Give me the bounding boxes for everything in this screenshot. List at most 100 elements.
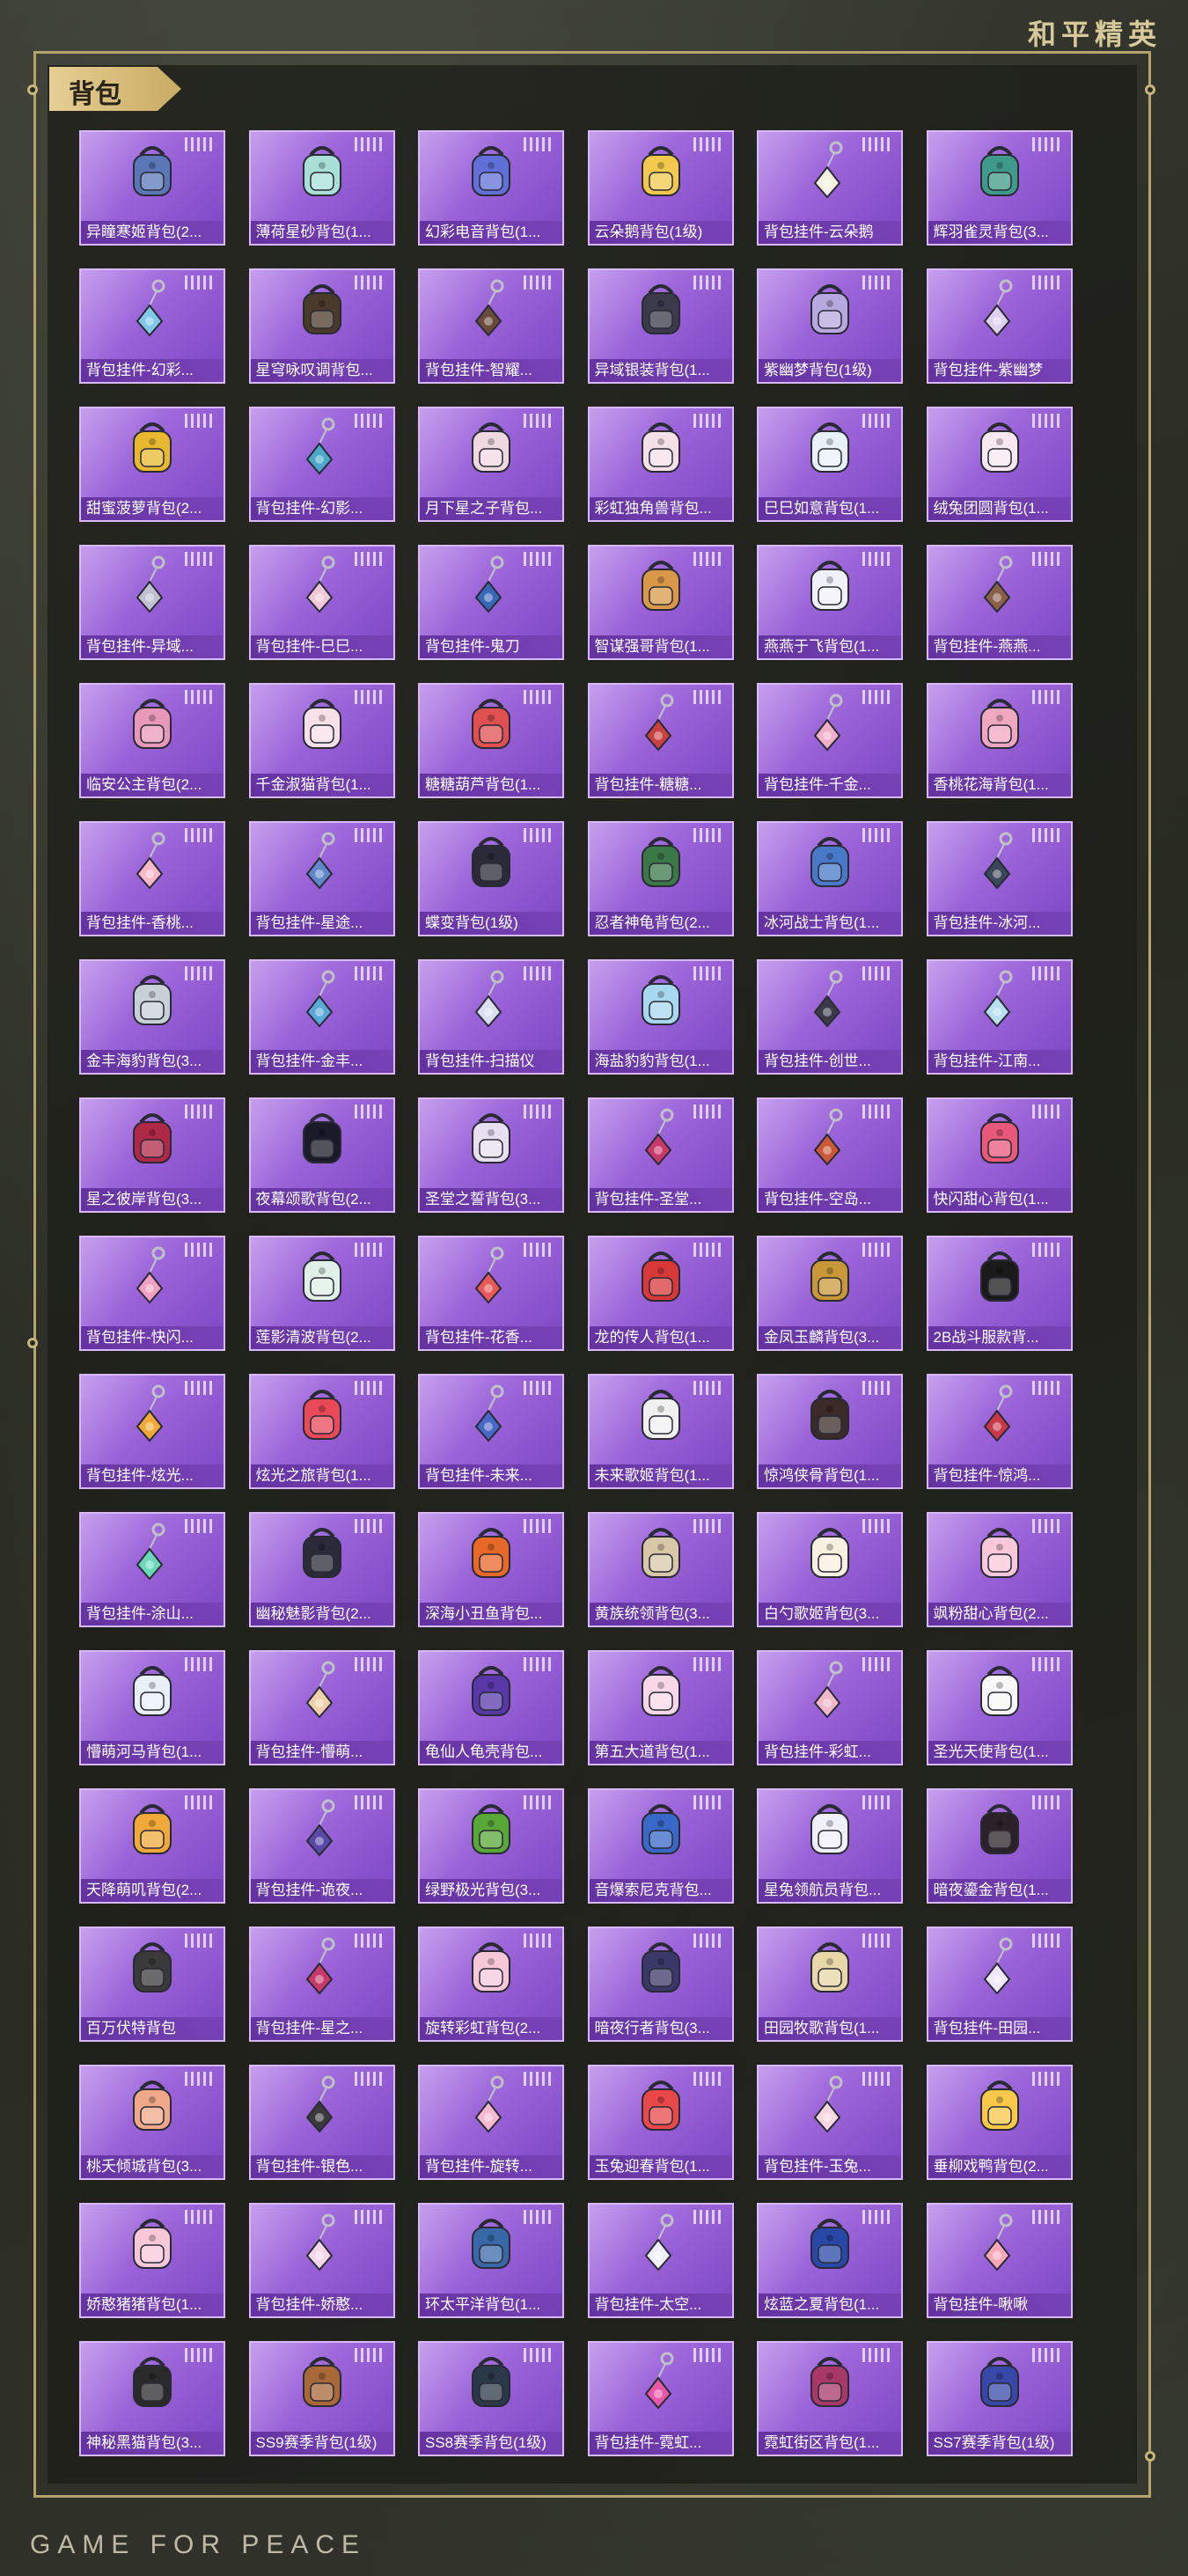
item-card[interactable]: 星穹咏叹调背包... [248,268,395,384]
item-card[interactable]: 薄荷星砂背包(1... [248,130,395,246]
item-card[interactable]: 星兔领航员背包... [757,1788,903,1904]
item-card[interactable]: 临安公主背包(2... [79,683,225,798]
item-card[interactable]: 田园牧歌背包(1... [757,1926,903,2042]
item-card[interactable]: 紫幽梦背包(1级) [757,268,903,384]
item-card[interactable]: 白勺歌姬背包(3... [757,1512,903,1627]
item-card[interactable]: 旋转彩虹背包(2... [418,1926,564,2042]
item-card[interactable]: 冰河战士背包(1... [757,821,903,936]
item-card[interactable]: 夜幕颂歌背包(2... [248,1097,395,1213]
item-card[interactable]: 惊鸿侠骨背包(1... [757,1374,903,1489]
item-card[interactable]: 娇憨猪猪背包(1... [79,2203,225,2318]
item-card[interactable]: 月下星之子背包... [418,407,564,522]
item-card[interactable]: 云朵鹅背包(1级) [587,130,734,246]
item-card[interactable]: 背包挂件-涂山... [79,1512,225,1627]
item-card[interactable]: 炫蓝之夏背包(1... [757,2203,903,2318]
item-card[interactable]: 背包挂件-糖糖... [587,683,734,798]
item-card[interactable]: 背包挂件-鬼刀 [418,545,564,660]
item-card[interactable]: 幻彩电音背包(1... [418,130,564,246]
item-card[interactable]: 圣光天使背包(1... [926,1650,1073,1765]
item-card[interactable]: 背包挂件-圣堂... [587,1097,734,1213]
item-card[interactable]: 龙的传人背包(1... [587,1236,734,1351]
item-card[interactable]: 背包挂件-智耀... [418,268,564,384]
item-card[interactable]: 第五大道背包(1... [587,1650,734,1765]
item-card[interactable]: 背包挂件-未来... [418,1374,564,1489]
item-card[interactable]: 背包挂件-娇憨... [248,2203,395,2318]
item-card[interactable]: SS7赛季背包(1级) [926,2341,1073,2456]
item-card[interactable]: 背包挂件-冰河... [926,821,1073,936]
item-card[interactable]: 霓虹街区背包(1... [757,2341,903,2456]
item-card[interactable]: 垂柳戏鸭背包(2... [926,2065,1073,2180]
item-card[interactable]: 环太平洋背包(1... [418,2203,564,2318]
item-card[interactable]: 背包挂件-创世... [757,959,903,1075]
item-card[interactable]: 背包挂件-花香... [418,1236,564,1351]
item-card[interactable]: 背包挂件-诡夜... [248,1788,395,1904]
item-card[interactable]: 背包挂件-快闪... [79,1236,225,1351]
item-card[interactable]: 背包挂件-巳巳... [248,545,395,660]
item-card[interactable]: 海盐豹豹背包(1... [587,959,734,1075]
item-card[interactable]: 背包挂件-银色... [248,2065,395,2180]
item-card[interactable]: 背包挂件-懵萌... [248,1650,395,1765]
item-card[interactable]: 暗夜鎏金背包(1... [926,1788,1073,1904]
item-card[interactable]: 玉兔迎春背包(1... [587,2065,734,2180]
item-card[interactable]: 巳巳如意背包(1... [757,407,903,522]
item-card[interactable]: 背包挂件-千金... [757,683,903,798]
item-card[interactable]: 背包挂件-幻彩... [79,268,225,384]
item-card[interactable]: 背包挂件-金丰... [248,959,395,1075]
item-card[interactable]: 桃夭倾城背包(3... [79,2065,225,2180]
item-card[interactable]: 背包挂件-空岛... [757,1097,903,1213]
item-card[interactable]: 背包挂件-云朵鹅 [757,130,903,246]
item-card[interactable]: 背包挂件-幻影... [248,407,395,522]
item-card[interactable]: 甜蜜菠萝背包(2... [79,407,225,522]
item-card[interactable]: 异域银装背包(1... [587,268,734,384]
item-card[interactable]: 百万伏特背包 [79,1926,225,2042]
item-card[interactable]: 金丰海豹背包(3... [79,959,225,1075]
item-card[interactable]: 背包挂件-扫描仪 [418,959,564,1075]
item-card[interactable]: 懵萌河马背包(1... [79,1650,225,1765]
item-card[interactable]: 音爆索尼克背包... [587,1788,734,1904]
item-card[interactable]: 背包挂件-江南... [926,959,1073,1075]
item-card[interactable]: 背包挂件-旋转... [418,2065,564,2180]
item-card[interactable]: 圣堂之誓背包(3... [418,1097,564,1213]
item-card[interactable]: 背包挂件-香桃... [79,821,225,936]
item-card[interactable]: 蝶变背包(1级) [418,821,564,936]
item-card[interactable]: 背包挂件-炫光... [79,1374,225,1489]
item-card[interactable]: 辉羽雀灵背包(3... [926,130,1073,246]
item-card[interactable]: 快闪甜心背包(1... [926,1097,1073,1213]
item-card[interactable]: 彩虹独角兽背包... [587,407,734,522]
item-card[interactable]: 炫光之旅背包(1... [248,1374,395,1489]
item-card[interactable]: 香桃花海背包(1... [926,683,1073,798]
item-card[interactable]: 黄族统领背包(3... [587,1512,734,1627]
item-card[interactable]: 背包挂件-异域... [79,545,225,660]
item-card[interactable]: 背包挂件-星之... [248,1926,395,2042]
item-card[interactable]: 背包挂件-紫幽梦 [926,268,1073,384]
item-card[interactable]: SS9赛季背包(1级) [248,2341,395,2456]
item-card[interactable]: 背包挂件-霓虹... [587,2341,734,2456]
item-card[interactable]: 暗夜行者背包(3... [587,1926,734,2042]
item-card[interactable]: 背包挂件-惊鸿... [926,1374,1073,1489]
item-card[interactable]: 龟仙人龟壳背包... [418,1650,564,1765]
item-card[interactable]: 星之彼岸背包(3... [79,1097,225,1213]
item-card[interactable]: 莲影清波背包(2... [248,1236,395,1351]
item-card[interactable]: 异瞳寒姬背包(2... [79,130,225,246]
item-card[interactable]: 糖糖葫芦背包(1... [418,683,564,798]
item-card[interactable]: 未来歌姬背包(1... [587,1374,734,1489]
item-card[interactable]: 幽秘魅影背包(2... [248,1512,395,1627]
item-card[interactable]: 2B战斗服款背... [926,1236,1073,1351]
item-card[interactable]: 绿野极光背包(3... [418,1788,564,1904]
item-card[interactable]: 背包挂件-玉兔... [757,2065,903,2180]
item-card[interactable]: SS8赛季背包(1级) [418,2341,564,2456]
item-card[interactable]: 背包挂件-彩虹... [757,1650,903,1765]
item-card[interactable]: 燕燕于飞背包(1... [757,545,903,660]
item-card[interactable]: 背包挂件-啾啾 [926,2203,1073,2318]
item-card[interactable]: 背包挂件-燕燕... [926,545,1073,660]
item-card[interactable]: 深海小丑鱼背包... [418,1512,564,1627]
item-card[interactable]: 忍者神龟背包(2... [587,821,734,936]
item-card[interactable]: 飒粉甜心背包(2... [926,1512,1073,1627]
item-card[interactable]: 金凤玉麟背包(3... [757,1236,903,1351]
item-card[interactable]: 天降萌叽背包(2... [79,1788,225,1904]
item-card[interactable]: 背包挂件-太空... [587,2203,734,2318]
item-card[interactable]: 神秘黑猫背包(3... [79,2341,225,2456]
item-card[interactable]: 智谋强哥背包(1... [587,545,734,660]
item-card[interactable]: 背包挂件-田园... [926,1926,1073,2042]
item-card[interactable]: 背包挂件-星途... [248,821,395,936]
